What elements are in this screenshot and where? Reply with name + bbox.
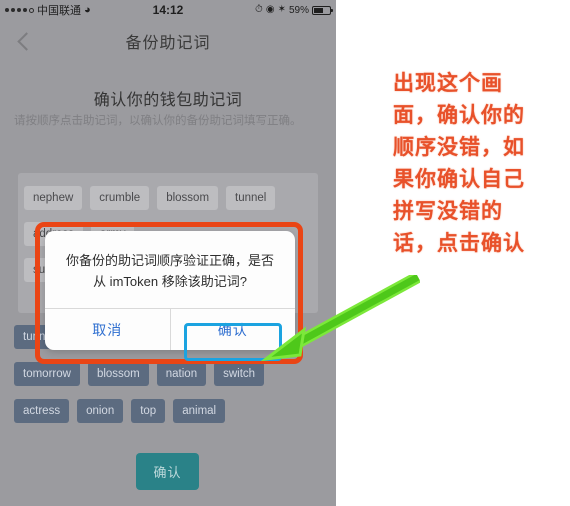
word-pool-chip[interactable]: onion xyxy=(77,399,124,423)
wifi-icon: ◕ xyxy=(84,3,91,16)
confirm-button[interactable]: 确认 xyxy=(136,453,199,490)
selected-word-chip[interactable]: blossom xyxy=(157,186,219,210)
bluetooth-icon: ✶ xyxy=(277,4,286,15)
word-pool-chip[interactable]: actress xyxy=(14,399,70,423)
word-pool-chip[interactable]: blossom xyxy=(87,362,149,386)
word-pool-row: actress onion top animal xyxy=(14,399,226,423)
dialog-cancel-button[interactable]: 取消 xyxy=(45,309,170,350)
selected-word-chip[interactable]: nephew xyxy=(24,186,83,210)
annotation-line: 果你确认自己 xyxy=(393,168,525,191)
section-title: 确认你的钱包助记词 xyxy=(93,92,243,109)
annotation-text: 出现这个画 面，确认你的 顺序没错，如 果你确认自己 拼写没错的 话，点击确认 xyxy=(393,68,559,260)
page-title: 备份助记词 xyxy=(125,35,211,52)
word-pool-chip[interactable]: animal xyxy=(173,399,226,423)
annotation-line: 出现这个画 xyxy=(393,72,503,95)
back-button[interactable] xyxy=(10,20,42,62)
word-pool-chip[interactable]: tomorrow xyxy=(14,362,80,386)
annotation-line: 话，点击确认 xyxy=(393,232,525,255)
rotation-lock-icon: ◉ xyxy=(265,4,275,15)
word-pool-chip[interactable]: switch xyxy=(214,362,265,386)
annotation-line: 拼写没错的 xyxy=(393,200,503,223)
word-pool-chip[interactable]: top xyxy=(131,399,166,423)
word-pool-chip[interactable]: nation xyxy=(156,362,207,386)
status-bar-left: 中国联通 ◕ xyxy=(0,2,91,18)
green-arrow-icon xyxy=(260,275,420,362)
selected-words-row: nephew crumble blossom tunnel xyxy=(24,186,276,210)
chevron-left-icon xyxy=(16,31,36,51)
section-subtitle: 请按顺序点击助记词，以确认你的备份助记词填写正确。 xyxy=(14,115,302,127)
status-bar: 中国联通 ◕ 14:12 ⏱ ◉ ✶ 59% xyxy=(0,0,336,20)
screenshot-root: 中国联通 ◕ 14:12 ⏱ ◉ ✶ 59% 备份助记词 确认你的钱包助记词 请… xyxy=(0,0,570,506)
carrier-label: 中国联通 xyxy=(37,5,81,17)
signal-dots-icon xyxy=(5,7,34,13)
annotation-line: 面，确认你的 xyxy=(393,104,525,127)
selected-word-chip[interactable]: tunnel xyxy=(226,186,276,210)
selected-word-chip[interactable]: crumble xyxy=(90,186,150,210)
status-bar-right: ⏱ ◉ ✶ 59% xyxy=(255,0,333,20)
phone-screenshot-panel: 中国联通 ◕ 14:12 ⏱ ◉ ✶ 59% 备份助记词 确认你的钱包助记词 请… xyxy=(0,0,336,506)
battery-icon xyxy=(312,5,333,15)
nav-bar: 备份助记词 xyxy=(0,20,336,62)
battery-percent-label: 59% xyxy=(288,4,309,16)
annotation-line: 顺序没错，如 xyxy=(393,136,525,159)
word-pool-row: tomorrow blossom nation switch xyxy=(14,362,265,386)
alarm-icon: ⏱ xyxy=(255,4,263,15)
